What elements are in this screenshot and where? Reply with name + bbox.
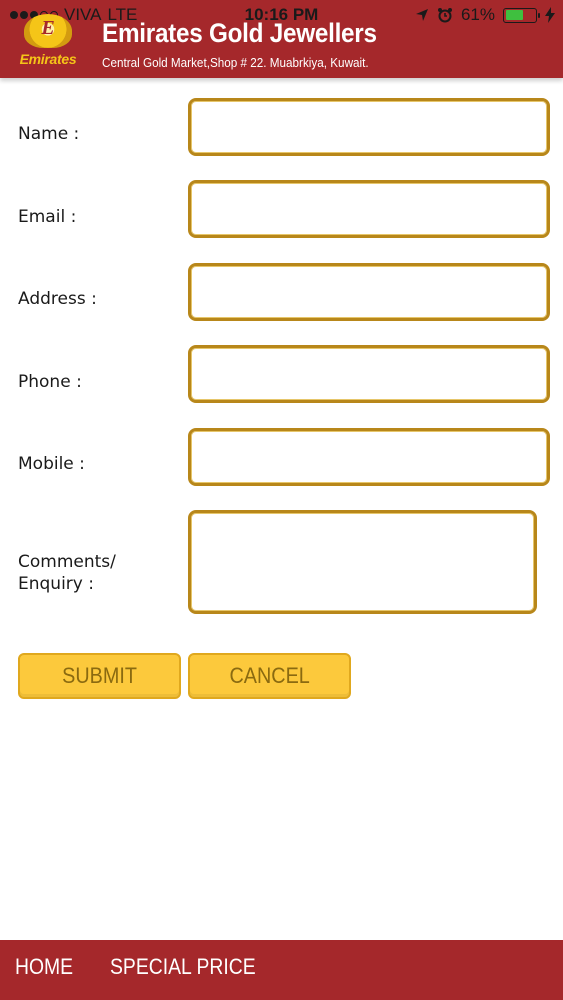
battery-level-fill: [505, 10, 524, 20]
phone-field[interactable]: [188, 345, 550, 403]
bottom-nav: HOME SPECIAL PRICE: [0, 940, 563, 1000]
nav-item-special-price[interactable]: SPECIAL PRICE: [110, 954, 256, 980]
phone-label: Phone :: [18, 372, 82, 392]
page-title: Emirates Gold Jewellers: [102, 18, 377, 48]
address-field[interactable]: [188, 263, 550, 321]
name-field[interactable]: [188, 98, 550, 156]
comments-label-line2: Enquiry :: [18, 574, 94, 594]
address-label: Address :: [18, 289, 97, 309]
emirates-logo[interactable]: E Emirates: [10, 14, 86, 72]
submit-button-label: SUBMIT: [62, 663, 137, 688]
submit-button[interactable]: SUBMIT: [18, 653, 181, 699]
nav-item-home[interactable]: HOME: [15, 954, 73, 980]
logo-wordmark: Emirates: [19, 51, 77, 67]
logo-letter: E: [41, 17, 55, 39]
comments-label: Comments/ Enquiry :: [18, 551, 116, 595]
charging-bolt-icon: [545, 7, 555, 23]
app-header: VIVA LTE 10:16 PM 61% E Emirates Emirate…: [0, 0, 563, 78]
comments-textarea[interactable]: [188, 510, 537, 614]
mobile-label: Mobile :: [18, 454, 85, 474]
comments-label-line1: Comments/: [18, 552, 116, 572]
status-right: 61%: [415, 5, 555, 25]
cancel-button-label: CANCEL: [229, 663, 310, 688]
location-arrow-icon: [415, 9, 428, 21]
battery-percent: 61%: [460, 5, 495, 24]
email-label: Email :: [18, 207, 77, 227]
alarm-clock-icon: [437, 8, 452, 23]
battery-icon: [503, 7, 540, 23]
mobile-field[interactable]: [188, 428, 550, 486]
name-label: Name :: [18, 124, 80, 144]
email-field[interactable]: [188, 180, 550, 238]
cancel-button[interactable]: CANCEL: [188, 653, 351, 699]
store-address: Central Gold Market,Shop # 22. Muabrkiya…: [102, 55, 369, 70]
